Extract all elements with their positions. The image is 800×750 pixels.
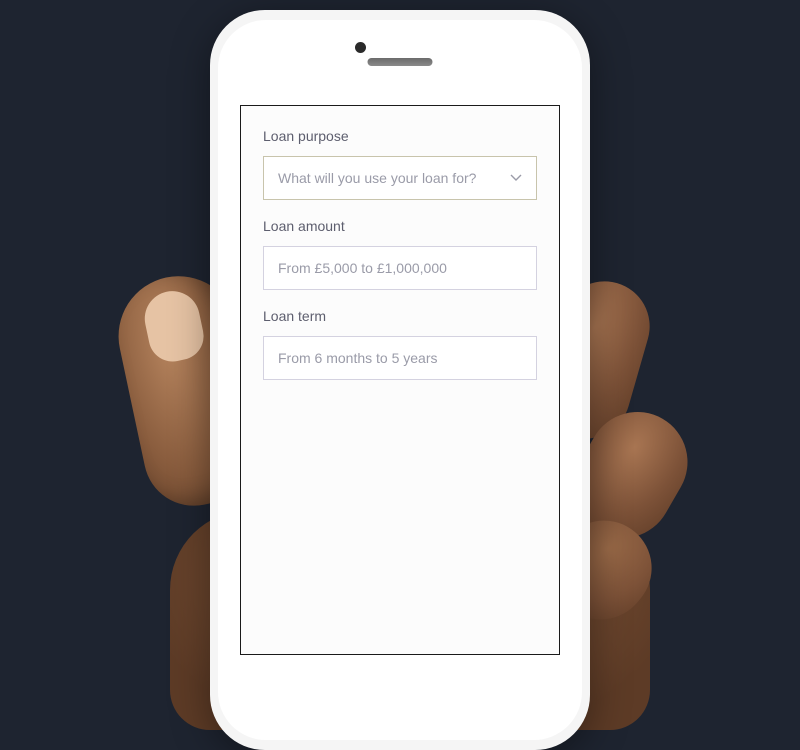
phone-speaker: [368, 58, 433, 66]
phone-frame: Loan purpose What will you use your loan…: [210, 10, 590, 750]
loan-term-field: Loan term From 6 months to 5 years: [263, 308, 537, 380]
loan-term-placeholder: From 6 months to 5 years: [278, 350, 438, 366]
loan-purpose-field: Loan purpose What will you use your loan…: [263, 128, 537, 200]
loan-amount-placeholder: From £5,000 to £1,000,000: [278, 260, 447, 276]
loan-amount-label: Loan amount: [263, 218, 537, 234]
chevron-down-icon: [510, 174, 522, 182]
phone-screen: Loan purpose What will you use your loan…: [240, 105, 560, 655]
phone-camera: [355, 42, 366, 53]
loan-purpose-label: Loan purpose: [263, 128, 537, 144]
loan-amount-field: Loan amount From £5,000 to £1,000,000: [263, 218, 537, 290]
loan-form: Loan purpose What will you use your loan…: [241, 106, 559, 380]
loan-term-label: Loan term: [263, 308, 537, 324]
loan-term-input[interactable]: From 6 months to 5 years: [263, 336, 537, 380]
loan-amount-input[interactable]: From £5,000 to £1,000,000: [263, 246, 537, 290]
loan-purpose-placeholder: What will you use your loan for?: [278, 170, 476, 186]
loan-purpose-select[interactable]: What will you use your loan for?: [263, 156, 537, 200]
